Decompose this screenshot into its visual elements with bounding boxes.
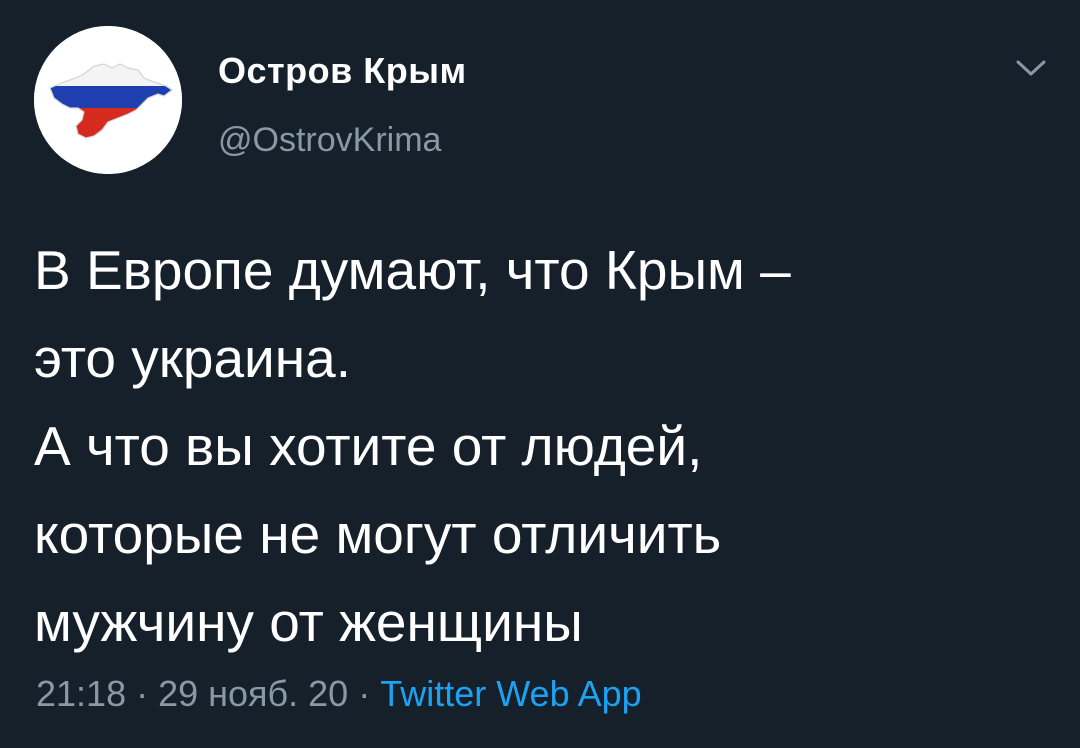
tweet-line: А что вы хотите от людей,: [34, 415, 703, 477]
tweet-card: Остров Крым @OstrovKrima В Европе думают…: [0, 0, 1080, 748]
tweet-line: это украина.: [34, 327, 352, 389]
tweet-date[interactable]: 29 нояб. 20: [158, 673, 348, 714]
meta-separator: ·: [136, 673, 149, 714]
meta-separator: ·: [358, 673, 371, 714]
tweet-meta: 21:18 · 29 нояб. 20 · Twitter Web App: [36, 672, 642, 716]
tweet-line: В Европе думают, что Крым –: [34, 239, 791, 301]
tweet-text: В Европе думают, что Крым – это украина.…: [34, 226, 1054, 666]
chevron-down-icon[interactable]: [1014, 56, 1048, 80]
author-display-name[interactable]: Остров Крым: [218, 50, 467, 92]
tweet-time[interactable]: 21:18: [36, 673, 126, 714]
tweet-line: которые не могут отличить: [34, 503, 722, 565]
crimea-flag-map-icon: [34, 26, 182, 174]
tweet-line: мужчину от женщины: [34, 591, 583, 653]
tweet-source-link[interactable]: Twitter Web App: [380, 673, 641, 714]
avatar[interactable]: [34, 26, 182, 174]
author-handle[interactable]: @OstrovKrima: [218, 120, 441, 160]
